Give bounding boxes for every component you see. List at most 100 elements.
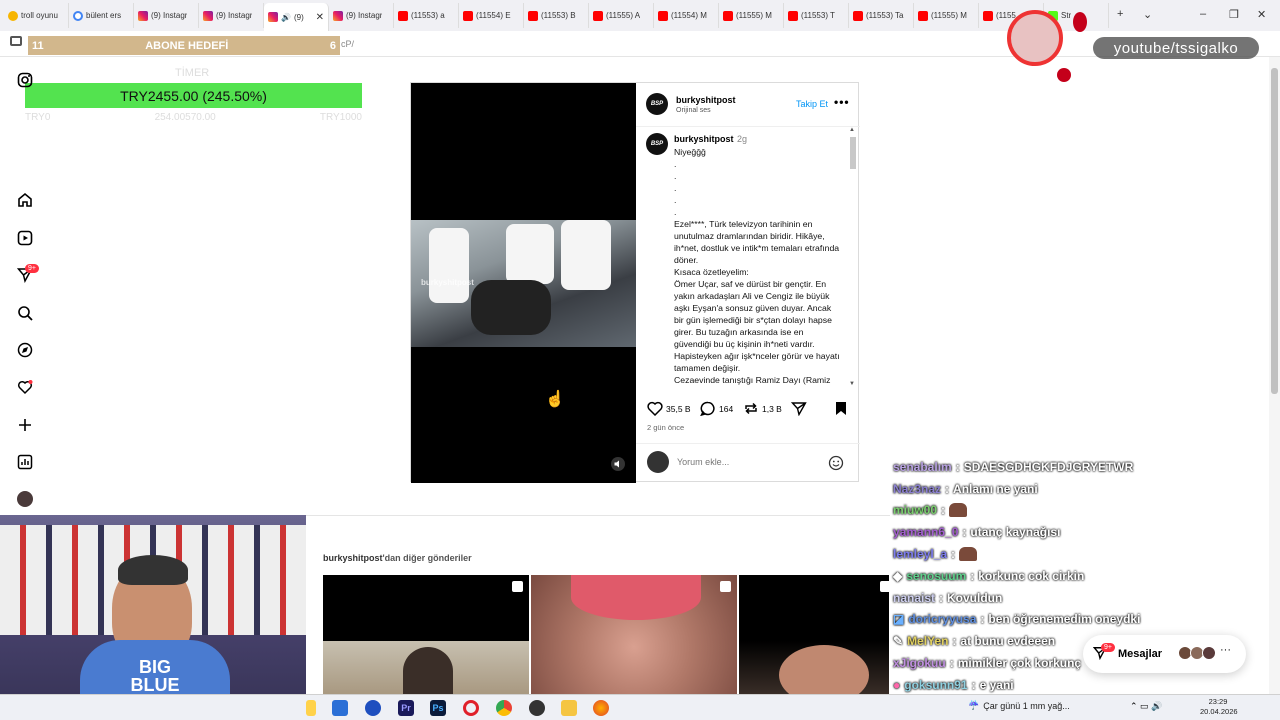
video-frame: burkyshitpost [411, 220, 636, 347]
rain-cloud-icon: ☔ [968, 700, 980, 710]
chat-message: lemleyl_a: [893, 543, 1193, 565]
more-options-icon[interactable]: ••• [834, 95, 850, 109]
notifications-heart-icon[interactable] [16, 378, 34, 396]
browser-tab[interactable]: (11555) M [719, 3, 784, 28]
audio-label[interactable]: Orijinal ses [676, 107, 711, 114]
messages-label: Mesajlar [1118, 648, 1163, 660]
chat-separator: : [941, 503, 946, 518]
video-watermark: burkyshitpost [421, 278, 474, 287]
app-icon[interactable] [365, 700, 381, 716]
browser-tab[interactable]: (11553) T [784, 3, 849, 28]
channel-name: youtube/tssigalko [1093, 37, 1259, 59]
comment-button[interactable]: 164 [700, 401, 733, 416]
store-icon[interactable] [332, 700, 348, 716]
youtube-icon [983, 10, 993, 21]
scrollbar-thumb[interactable] [850, 137, 856, 169]
weather-widget[interactable]: ☔ Çar günü 1 mm yağ... [968, 700, 1070, 711]
browser-tab[interactable]: (11553) B [524, 3, 589, 28]
chat-username: miuw00 [893, 503, 938, 518]
youtube-icon [593, 10, 603, 21]
post-thumbnail[interactable] [531, 575, 737, 695]
folder-icon[interactable] [561, 700, 577, 716]
scroll-down-icon[interactable]: ▼ [849, 381, 855, 387]
browser-tab[interactable]: (11554) M [654, 3, 719, 28]
browser-tab[interactable]: bülent ers [69, 3, 134, 28]
avatar [1202, 646, 1216, 660]
google-icon [73, 10, 83, 21]
chrome-icon[interactable] [496, 700, 512, 716]
emote-icon [949, 503, 968, 518]
chat-text: mimikler çok korkunç [957, 656, 1082, 671]
create-plus-icon[interactable] [16, 416, 34, 434]
photoshop-icon[interactable]: Ps [430, 700, 446, 716]
dashboard-icon[interactable] [16, 453, 34, 471]
messages-badge: 9+ [1101, 643, 1115, 652]
caption-avatar[interactable]: BSP [646, 133, 668, 155]
file-explorer-icon[interactable] [306, 700, 316, 716]
explore-icon[interactable] [16, 341, 34, 359]
obs-icon[interactable] [529, 700, 545, 716]
post-thumbnail[interactable] [323, 575, 529, 695]
cursor-hand-icon: ☝ [545, 391, 565, 408]
more-posts-label: 'dan diğer gönderiler [382, 553, 472, 563]
thumbnail-figure [403, 647, 453, 695]
chat-text: Kovuldun [947, 590, 1003, 605]
more-icon[interactable]: ··· [1220, 644, 1231, 656]
browser-tab[interactable]: (11555) A [589, 3, 654, 28]
browser-tab[interactable]: (9) Instagr [134, 3, 199, 28]
emoji-icon[interactable] [828, 455, 844, 476]
firefox-icon[interactable] [593, 700, 609, 716]
browser-tab[interactable]: (9) Instagr [199, 3, 264, 28]
url-fragment: cP/ [341, 39, 355, 49]
badge-icon: ◆ [893, 568, 903, 583]
post-thumbnail[interactable] [739, 575, 889, 695]
instagram-logo-icon[interactable] [16, 71, 34, 89]
mute-icon[interactable] [611, 457, 625, 471]
profile-avatar[interactable] [16, 490, 34, 508]
more-posts-user[interactable]: burkyshitpost [323, 553, 383, 563]
repost-button[interactable]: 1,3 B [743, 401, 782, 416]
browser-tab[interactable]: (11553) Ta [849, 3, 914, 28]
channel-avatar [1007, 10, 1063, 66]
caption-scrollbar[interactable]: ▲ ▼ [848, 127, 858, 389]
share-button[interactable] [791, 401, 807, 416]
comment-input[interactable]: Yorum ekle... [677, 457, 729, 467]
tray-icons[interactable]: ⌃ ▭ 🔊 [1130, 701, 1162, 712]
page-scrollbar-thumb[interactable] [1271, 68, 1278, 394]
streamer-hair [118, 555, 188, 585]
browser-tab[interactable]: (11555) M [914, 3, 979, 28]
reel-video-player[interactable]: burkyshitpost ☝ [411, 83, 636, 483]
caption-username[interactable]: burkyshitpost [674, 134, 734, 144]
messages-button[interactable]: 9+ Mesajlar ··· [1083, 635, 1246, 673]
browser-tab[interactable]: troll oyunu [4, 3, 69, 28]
premiere-icon[interactable]: Pr [398, 700, 414, 716]
chat-username: Naz3naz [893, 481, 942, 496]
scroll-up-icon[interactable]: ▲ [849, 127, 855, 133]
close-tab-icon[interactable]: ✕ [316, 12, 324, 23]
browser-tab-active[interactable]: 🔊 (9) ✕ [264, 3, 329, 31]
reels-icon[interactable] [16, 229, 34, 247]
search-icon[interactable] [16, 304, 34, 322]
author-username[interactable]: burkyshitpost [676, 95, 736, 105]
opera-icon[interactable] [463, 700, 479, 716]
site-info-icon[interactable] [10, 36, 22, 46]
tab-title: (11553) Ta [866, 11, 904, 20]
clock-time: 23:29 [1208, 697, 1228, 706]
follow-button[interactable]: Takip Et [796, 99, 828, 109]
system-clock[interactable]: 23:29 20.04.2026 [1200, 697, 1238, 717]
home-icon[interactable] [16, 191, 34, 209]
save-button[interactable] [834, 401, 848, 416]
browser-tab[interactable]: (11554) E [459, 3, 524, 28]
speaker-icon[interactable]: 🔊 [281, 13, 291, 22]
author-avatar[interactable]: BSP [646, 93, 668, 115]
browser-tab[interactable]: (11553) a [394, 3, 459, 28]
browser-tab[interactable]: (9) Instagr [329, 3, 394, 28]
tab-title: (11553) a [411, 11, 445, 20]
tab-title: (11554) M [671, 11, 707, 20]
tab-title: (9) Instagr [216, 11, 253, 20]
instagram-icon [203, 10, 213, 21]
comment-count: 164 [719, 403, 734, 414]
youtube-icon [723, 10, 733, 21]
like-button[interactable]: 35,5 B [647, 401, 691, 416]
share-icon [791, 402, 807, 416]
